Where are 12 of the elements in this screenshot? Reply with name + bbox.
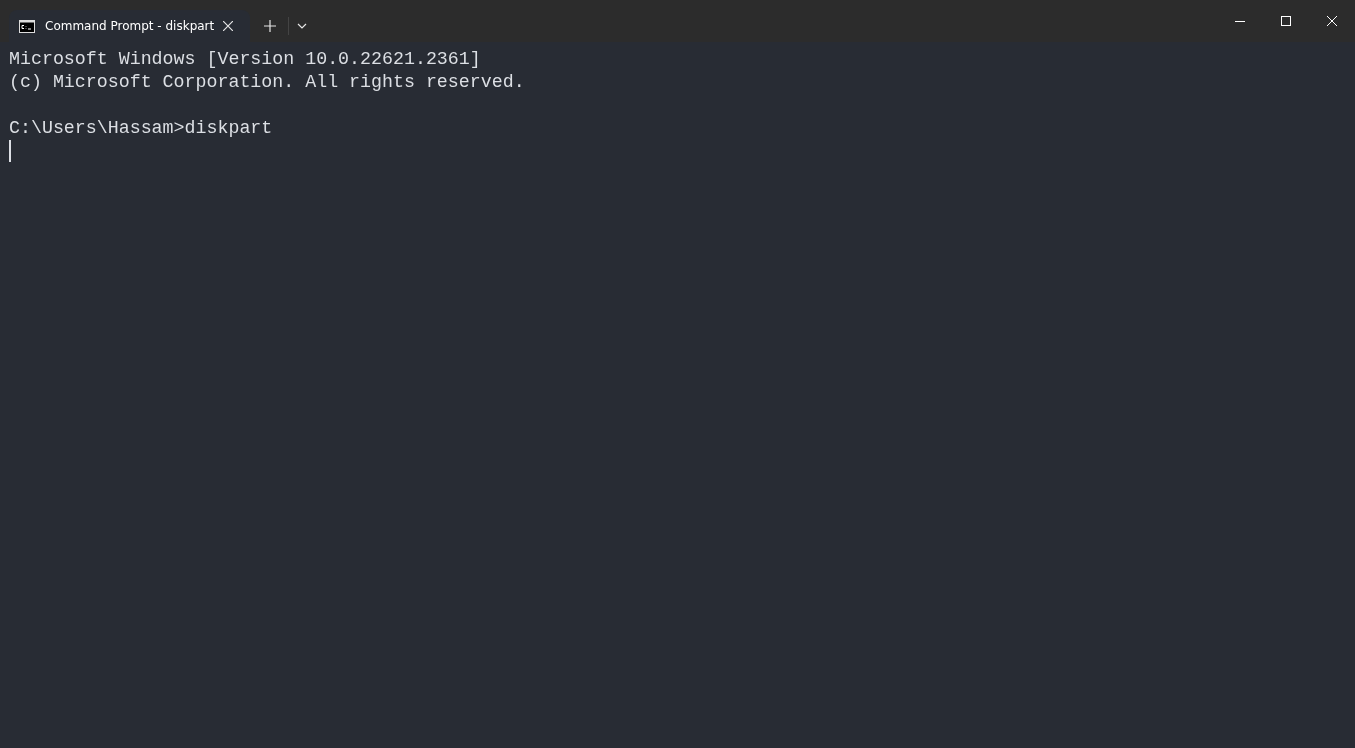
text-cursor [9,140,11,162]
maximize-icon [1281,16,1291,26]
command-prompt-icon [19,19,35,33]
console-line: C:\Users\Hassam>diskpart [9,118,273,138]
tab[interactable]: Command Prompt - diskpart [9,10,250,42]
terminal-area[interactable]: Microsoft Windows [Version 10.0.22621.2361] (c) Microsoft Corporation. All rights reserved. C:\Users\Hassam>diskpart [0,42,1355,748]
plus-icon [264,20,276,32]
close-icon [223,21,233,31]
close-icon [1327,16,1337,26]
console-line: (c) Microsoft Corporation. All rights reserved. [9,72,525,92]
console-line: Microsoft Windows [Version 10.0.22621.2361] [9,49,481,69]
chevron-down-icon [297,23,307,29]
